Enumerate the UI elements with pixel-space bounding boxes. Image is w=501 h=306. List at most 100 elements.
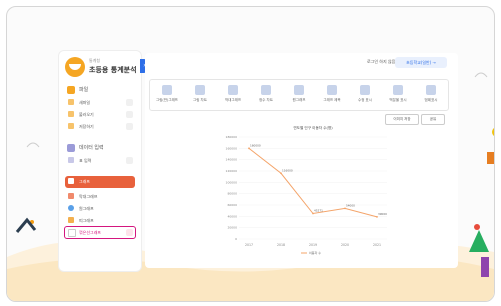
- main-content: 로그인 하지 않음 초등학교(일반) → 그림(반)그래프 그림 차트 막대그래…: [145, 53, 458, 268]
- bar-chart-icon: [68, 193, 74, 199]
- chart-type-3[interactable]: 정수 차트: [249, 83, 283, 107]
- graph-icon: [68, 178, 74, 184]
- y-tick-label: 160000: [226, 146, 238, 150]
- login-status: 로그인 하지 않음: [367, 59, 396, 64]
- chart-type-label: 그래프 제목: [323, 98, 341, 102]
- sidebar-item-label: 불러오기: [79, 112, 94, 117]
- chart-type-6[interactable]: 수정 표시: [348, 83, 382, 107]
- chevron-right-icon: [126, 99, 133, 106]
- data-point: [248, 147, 250, 150]
- title-icon: [327, 85, 337, 95]
- sidebar-item-save[interactable]: 저장하기: [65, 121, 135, 132]
- data-label: 54000: [346, 203, 355, 207]
- sidebar-item-bar-graph[interactable]: 막대그래프: [65, 191, 135, 202]
- app-title: 초등용 통계분석: [89, 66, 137, 74]
- y-tick-label: 140000: [226, 158, 238, 162]
- series-line: [248, 147, 378, 218]
- sidebar-item-label: 막대그래프: [79, 194, 98, 199]
- pie-chart-icon: [294, 85, 304, 95]
- chevron-right-icon: [126, 229, 133, 236]
- chevron-right-icon: [126, 157, 133, 164]
- legend-label: 이동자 수: [309, 250, 321, 255]
- sidebar-item-new-file[interactable]: 새파일: [65, 97, 135, 108]
- section-graph-label: 그래프: [79, 179, 91, 184]
- data-label: 45271: [314, 209, 323, 213]
- open-file-icon: [68, 111, 74, 117]
- section-data-input[interactable]: 데이터 입력: [65, 142, 135, 154]
- pencil-icon: [67, 144, 75, 152]
- x-tick-label: 2019: [309, 243, 317, 247]
- integer-chart-icon: [261, 85, 271, 95]
- chart-type-toolbar: 그림(반)그래프 그림 차트 막대그래프 정수 차트 원그래프 그래프 제목 수…: [149, 79, 449, 111]
- folder-icon: [67, 86, 75, 94]
- section-data-input-label: 데이터 입력: [79, 145, 104, 151]
- sidebar-item-label: 원그래프: [79, 206, 94, 211]
- y-tick-label: 40000: [227, 214, 237, 218]
- logo-icon: [65, 57, 85, 77]
- sidebar-item-table-input[interactable]: 표 입력: [65, 155, 135, 166]
- share-button[interactable]: 공유: [421, 114, 445, 125]
- x-tick-label: 2017: [245, 243, 253, 247]
- app-logo: 통계청 초등용 통계분석: [65, 57, 137, 79]
- bar-chart-icon: [228, 85, 238, 95]
- band-chart-icon: [68, 217, 74, 223]
- y-tick-label: 120000: [226, 169, 238, 173]
- percent-icon: [393, 85, 403, 95]
- chart-type-label: 그림 차트: [193, 98, 207, 102]
- table-icon: [68, 157, 74, 163]
- chart-type-2[interactable]: 막대그래프: [216, 83, 250, 107]
- x-tick-label: 2021: [373, 243, 381, 247]
- chevron-right-icon: [126, 111, 133, 118]
- chart-type-1[interactable]: 그림 차트: [183, 83, 217, 107]
- line-chart: 연도별 인구 이동자 수(명) 0 20000 40000 60000 80000 1000…: [226, 125, 388, 255]
- data-point: [376, 216, 378, 218]
- data-label: 116000: [282, 168, 293, 172]
- legend-icon: [426, 85, 436, 95]
- chart-type-7[interactable]: 백분율 표시: [381, 83, 415, 107]
- chart-type-8[interactable]: 범례표시: [414, 83, 448, 107]
- y-tick-label: 80000: [227, 192, 237, 196]
- chart-type-label: 정수 차트: [259, 98, 273, 102]
- chart-type-label: 원그래프: [292, 98, 306, 102]
- chart-type-4[interactable]: 원그래프: [282, 83, 316, 107]
- sidebar-item-open[interactable]: 불러오기: [65, 109, 135, 120]
- section-file-label: 파일: [79, 87, 89, 93]
- sidebar-item-label: 저장하기: [79, 124, 94, 129]
- y-tick-label: 60000: [227, 203, 237, 207]
- chevron-right-icon: [126, 123, 133, 130]
- data-point: [312, 212, 314, 215]
- chart-type-label: 그림(반)그래프: [155, 98, 179, 102]
- sidebar: 통계청 초등용 통계분석 파일 새파일 불러오기 저장하기 데이터 입력 표 입…: [58, 50, 142, 272]
- data-point: [344, 207, 346, 210]
- chart-title: 연도별 인구 이동자 수(명): [293, 125, 333, 130]
- sidebar-item-band-graph[interactable]: 띠그래프: [65, 215, 135, 226]
- sidebar-item-line-graph[interactable]: 꺾은선그래프: [64, 226, 136, 239]
- new-file-icon: [68, 99, 74, 105]
- line-chart-icon: [68, 229, 76, 237]
- section-graph[interactable]: 그래프: [65, 176, 135, 188]
- sidebar-item-label: 새파일: [79, 100, 91, 105]
- chart-type-label: 범례표시: [424, 98, 438, 102]
- chart-type-label: 백분율 표시: [389, 98, 407, 102]
- y-tick-label: 20000: [227, 226, 237, 230]
- section-file[interactable]: 파일: [65, 84, 135, 96]
- sidebar-item-label: 표 입력: [79, 158, 92, 163]
- chart-type-5[interactable]: 그래프 제목: [315, 83, 349, 107]
- y-tick-label: 180000: [226, 135, 238, 139]
- sidebar-item-label: 띠그래프: [79, 218, 94, 223]
- pie-chart-icon: [68, 205, 74, 211]
- sidebar-item-pie-graph[interactable]: 원그래프: [65, 203, 135, 214]
- data-label: 160000: [250, 143, 261, 147]
- data-point: [280, 172, 282, 175]
- picture-chart-icon: [195, 85, 205, 95]
- x-tick-label: 2018: [277, 243, 285, 247]
- mode-button[interactable]: 초등학교(일반) →: [395, 57, 447, 68]
- save-icon: [68, 123, 74, 129]
- sidebar-item-label: 꺾은선그래프: [79, 230, 102, 235]
- value-label-icon: [360, 85, 370, 95]
- y-tick-label: 100000: [226, 180, 238, 184]
- chart-type-label: 수정 표시: [358, 98, 372, 102]
- logo-subtitle: 통계청: [89, 58, 101, 63]
- x-tick-label: 2020: [341, 243, 349, 247]
- chart-type-0[interactable]: 그림(반)그래프: [150, 83, 184, 107]
